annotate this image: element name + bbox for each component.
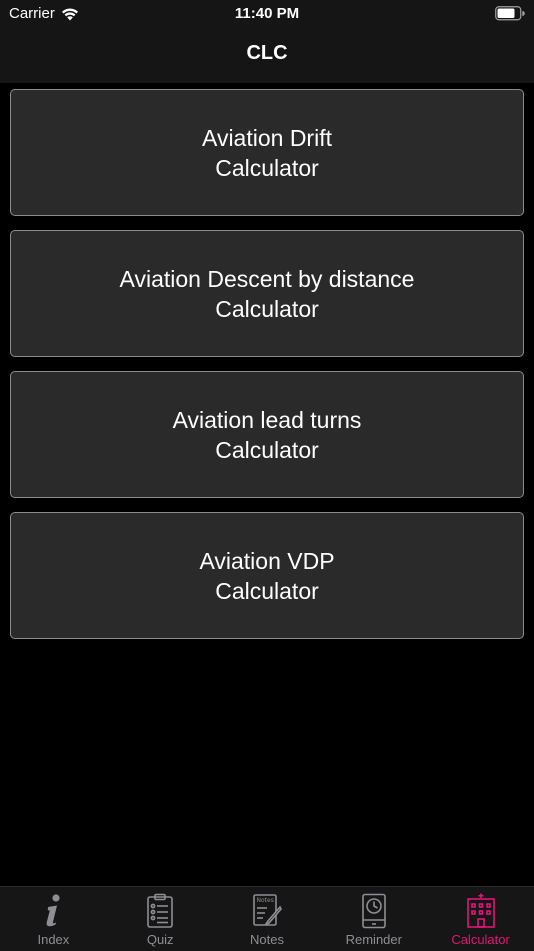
battery-icon — [495, 6, 525, 21]
tab-index[interactable]: Index — [0, 887, 107, 951]
tab-bar: Index Quiz Notes Notes Reminder Calculat… — [0, 886, 534, 951]
button-label-line2: Calculator — [215, 577, 319, 604]
phone-clock-icon — [361, 893, 386, 929]
button-label-line1: Aviation lead turns — [172, 406, 362, 433]
notes-icon-text: Notes — [256, 897, 273, 904]
tab-label: Notes — [250, 932, 284, 947]
button-label-line2: Calculator — [215, 154, 319, 181]
clipboard-checklist-icon — [147, 893, 173, 928]
status-time: 11:40 PM — [234, 5, 300, 22]
tab-reminder[interactable]: Reminder — [320, 887, 427, 951]
tab-label: Reminder — [345, 932, 402, 947]
aviation-descent-by-distance-calculator-button[interactable]: Aviation Descent by distance Calculator — [10, 230, 524, 357]
tab-notes[interactable]: Notes Notes — [214, 887, 321, 951]
notes-pencil-icon: Notes — [253, 894, 282, 926]
status-bar: Carrier 11:40 PM — [0, 0, 534, 30]
aviation-vdp-calculator-button[interactable]: Aviation VDP Calculator — [10, 512, 524, 639]
button-label-line1: Aviation Drift — [202, 124, 332, 151]
button-label-line2: Calculator — [215, 295, 319, 322]
button-label-line1: Aviation Descent by distance — [119, 265, 415, 292]
aviation-lead-turns-calculator-button[interactable]: Aviation lead turns Calculator — [10, 371, 524, 498]
button-label-line1: Aviation VDP — [199, 547, 335, 574]
tab-label: Index — [37, 932, 70, 947]
tab-quiz[interactable]: Quiz — [107, 887, 214, 951]
button-label-line2: Calculator — [215, 436, 319, 463]
tab-label: Calculator — [451, 932, 510, 947]
tab-label: Quiz — [146, 932, 174, 947]
aviation-drift-calculator-button[interactable]: Aviation Drift Calculator — [10, 89, 524, 216]
tab-calculator[interactable]: Calculator — [427, 887, 534, 951]
info-icon — [46, 894, 60, 927]
page-title: CLC — [246, 42, 288, 64]
calculator-menu: Aviation Drift Calculator Aviation Desce… — [10, 89, 524, 653]
navigation-bar: CLC — [0, 30, 534, 83]
building-icon — [466, 893, 495, 928]
